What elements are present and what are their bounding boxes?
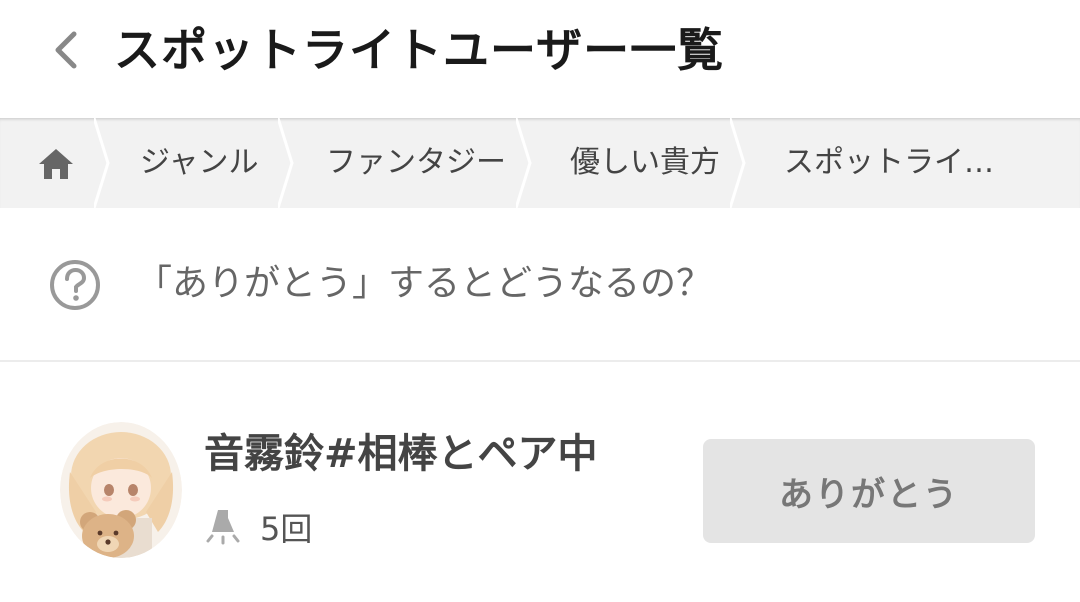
- breadcrumb-label: スポットライ…: [784, 145, 994, 180]
- breadcrumb-item-genre[interactable]: ジャンル: [108, 118, 294, 208]
- help-link[interactable]: 「ありがとう」するとどうなるの？: [0, 208, 1080, 360]
- breadcrumb-label: ファンタジー: [326, 145, 506, 180]
- app-header: スポットライトユーザー一覧: [0, 0, 1080, 118]
- breadcrumb-item-kind[interactable]: 優しい貴方: [530, 118, 746, 208]
- page-title: スポットライトユーザー一覧: [114, 23, 725, 77]
- help-text: 「ありがとう」するとどうなるの？: [136, 263, 713, 304]
- thanks-button[interactable]: ありがとう: [703, 439, 1035, 543]
- breadcrumb-label: ジャンル: [140, 145, 259, 180]
- breadcrumb-item-spotlight[interactable]: スポットライ…: [746, 118, 1080, 208]
- user-name[interactable]: 音霧鈴#相棒とペア中: [204, 426, 598, 482]
- thanks-count: 5回: [260, 510, 313, 548]
- avatar[interactable]: [60, 422, 182, 558]
- breadcrumb-label: 優しい貴方: [570, 145, 720, 180]
- spotlight-lamp-icon: [206, 510, 240, 545]
- question-circle-icon: [50, 260, 100, 310]
- list-item: 音霧鈴#相棒とペア中 5回 ありがとう: [0, 362, 1080, 602]
- breadcrumb: ジャンル ファンタジー 優しい貴方 スポットライ…: [0, 118, 1080, 208]
- breadcrumb-sep: [0, 118, 110, 208]
- breadcrumb-item-fantasy[interactable]: ファンタジー: [290, 118, 532, 208]
- chevron-left-icon[interactable]: [44, 26, 88, 74]
